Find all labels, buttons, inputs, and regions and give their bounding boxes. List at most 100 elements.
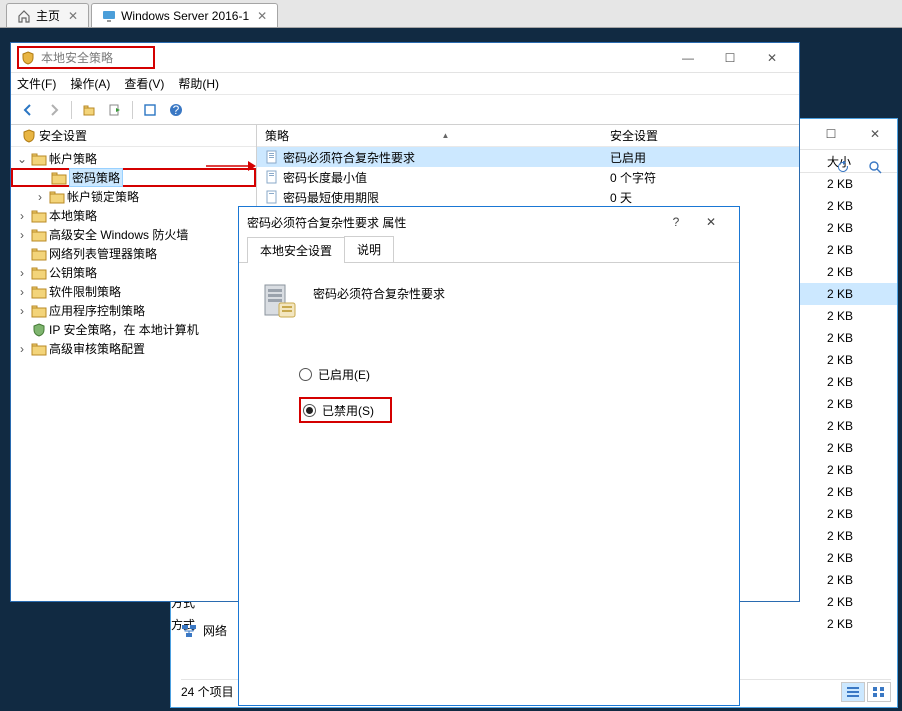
minimize-button[interactable]: — — [667, 47, 709, 69]
tree-label: 网络列表管理器策略 — [49, 245, 157, 262]
radio-disabled[interactable]: 已禁用(S) — [299, 397, 392, 423]
policy-name: 密码最短使用期限 — [283, 189, 379, 206]
shield-icon — [21, 51, 35, 65]
close-button[interactable]: ✕ — [751, 47, 793, 69]
expand-icon[interactable]: › — [15, 209, 29, 223]
file-size: 2 KB — [821, 463, 897, 477]
tree-label: 本地策略 — [49, 207, 97, 224]
folder-icon — [31, 342, 47, 356]
secpol-title-highlight: 本地安全策略 — [17, 46, 155, 69]
menu-help[interactable]: 帮助(H) — [178, 75, 219, 92]
folder-icon — [31, 285, 47, 299]
folder-icon — [31, 247, 47, 261]
column-policy[interactable]: 策略▲ — [257, 127, 602, 144]
tree-label: 公钥策略 — [49, 264, 97, 281]
tree-label: 帐户锁定策略 — [67, 188, 139, 205]
tree-appctl[interactable]: › 应用程序控制策略 — [11, 301, 256, 320]
tree-header[interactable]: 安全设置 — [11, 125, 256, 147]
file-size: 2 KB — [821, 617, 897, 631]
file-size: 2 KB — [821, 353, 897, 367]
forward-button[interactable] — [43, 99, 65, 121]
home-icon — [17, 9, 31, 23]
svg-text:?: ? — [173, 103, 180, 117]
folder-icon — [31, 304, 47, 318]
maximize-button[interactable]: ☐ — [809, 120, 853, 148]
file-size: 2 KB — [821, 485, 897, 499]
view-icons-button[interactable] — [867, 682, 891, 702]
radio-enabled[interactable]: 已启用(E) — [299, 361, 717, 387]
tree-softrestrict[interactable]: › 软件限制策略 — [11, 282, 256, 301]
folder-icon — [51, 171, 67, 185]
view-details-button[interactable] — [841, 682, 865, 702]
file-size: 2 KB — [821, 199, 897, 213]
server-icon — [261, 281, 297, 321]
menu-action[interactable]: 操作(A) — [70, 75, 110, 92]
file-size: 2 KB — [821, 397, 897, 411]
tree-ipsec[interactable]: IP 安全策略，在 本地计算机 — [11, 320, 256, 339]
expand-icon[interactable]: › — [15, 266, 29, 280]
policy-icon — [265, 150, 279, 164]
radio-label: 已禁用(S) — [322, 402, 374, 419]
policy-row[interactable]: 密码最短使用期限 0 天 — [257, 187, 799, 207]
tree-label: 帐户策略 — [49, 150, 97, 167]
tree-password-policy[interactable]: 密码策略 — [11, 168, 256, 187]
search-icon[interactable] — [861, 155, 889, 179]
expand-icon[interactable]: › — [15, 342, 29, 356]
tree-account-lockout[interactable]: › 帐户锁定策略 — [11, 187, 256, 206]
close-button[interactable]: ✕ — [691, 215, 731, 229]
tab-close-icon[interactable]: ✕ — [68, 9, 78, 23]
secpol-menubar: 文件(F) 操作(A) 查看(V) 帮助(H) — [11, 73, 799, 95]
expand-icon[interactable]: › — [33, 190, 47, 204]
tree-account-policies[interactable]: ⌄ 帐户策略 — [11, 149, 256, 168]
maximize-button[interactable]: ☐ — [709, 47, 751, 69]
policy-value: 0 个字符 — [602, 169, 656, 186]
menu-view[interactable]: 查看(V) — [124, 75, 164, 92]
folder-icon — [31, 266, 47, 280]
secpol-title: 本地安全策略 — [41, 49, 113, 66]
policy-row[interactable]: 密码长度最小值 0 个字符 — [257, 167, 799, 187]
menu-file[interactable]: 文件(F) — [17, 75, 56, 92]
folder-icon — [31, 209, 47, 223]
dialog-heading: 密码必须符合复杂性要求 — [313, 281, 445, 302]
file-size: 2 KB — [821, 221, 897, 235]
collapse-icon[interactable]: ⌄ — [15, 152, 29, 166]
close-button[interactable]: ✕ — [853, 120, 897, 148]
tab-close-icon[interactable]: ✕ — [257, 9, 267, 23]
file-size: 2 KB — [821, 287, 897, 301]
radio-icon — [303, 404, 316, 417]
folder-icon — [49, 190, 65, 204]
refresh-icon[interactable] — [835, 155, 851, 179]
tree-netlist[interactable]: 网络列表管理器策略 — [11, 244, 256, 263]
export-button[interactable] — [104, 99, 126, 121]
tab-home[interactable]: 主页 ✕ — [6, 3, 89, 27]
up-button[interactable] — [78, 99, 100, 121]
tree-local-policies[interactable]: › 本地策略 — [11, 206, 256, 225]
tree-firewall[interactable]: › 高级安全 Windows 防火墙 — [11, 225, 256, 244]
tab-vm[interactable]: Windows Server 2016-1 ✕ — [91, 3, 278, 27]
column-setting[interactable]: 安全设置 — [602, 127, 658, 144]
status-item-count: 24 个项目 — [181, 683, 234, 700]
back-button[interactable] — [17, 99, 39, 121]
tab-local-security[interactable]: 本地安全设置 — [247, 237, 345, 263]
properties-dialog: 密码必须符合复杂性要求 属性 ? ✕ 本地安全设置 说明 密码必须符合复杂性要求 — [238, 206, 740, 706]
file-size: 2 KB — [821, 265, 897, 279]
help-button[interactable]: ? — [165, 99, 187, 121]
expand-icon[interactable]: › — [15, 304, 29, 318]
tab-vm-label: Windows Server 2016-1 — [121, 9, 249, 23]
policy-value: 0 天 — [602, 189, 632, 206]
tree-label: 密码策略 — [69, 168, 123, 187]
refresh-button[interactable] — [139, 99, 161, 121]
tree-pubkey[interactable]: › 公钥策略 — [11, 263, 256, 282]
help-button[interactable]: ? — [661, 215, 691, 229]
expand-icon[interactable]: › — [15, 228, 29, 242]
tree-audit[interactable]: › 高级审核策略配置 — [11, 339, 256, 358]
policy-value: 已启用 — [602, 149, 646, 166]
explorer-nav-network[interactable]: 网络 — [181, 622, 227, 639]
policy-row[interactable]: 密码必须符合复杂性要求 已启用 — [257, 147, 799, 167]
file-size: 2 KB — [821, 375, 897, 389]
tab-explain[interactable]: 说明 — [344, 236, 394, 262]
dialog-titlebar: 密码必须符合复杂性要求 属性 ? ✕ — [239, 207, 739, 237]
tree-label: 高级安全 Windows 防火墙 — [49, 226, 188, 243]
file-size: 2 KB — [821, 441, 897, 455]
expand-icon[interactable]: › — [15, 285, 29, 299]
